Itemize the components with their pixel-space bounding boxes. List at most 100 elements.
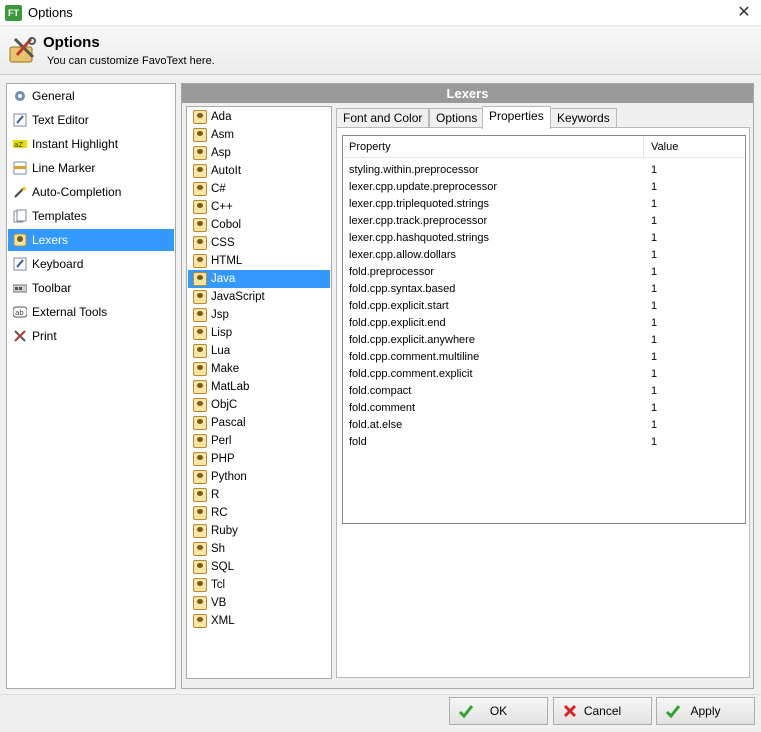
- lexer-item-r[interactable]: R: [188, 486, 330, 504]
- lexer-item-cpp[interactable]: C++: [188, 198, 330, 216]
- column-header-value[interactable]: Value: [645, 136, 745, 158]
- table-row[interactable]: fold.cpp.explicit.anywhere 1: [343, 332, 745, 349]
- table-row[interactable]: fold.cpp.syntax.based 1: [343, 281, 745, 298]
- lexer-item-rc[interactable]: RC: [188, 504, 330, 522]
- nav-item-general[interactable]: General: [8, 85, 174, 107]
- lexer-item-jsp[interactable]: Jsp: [188, 306, 330, 324]
- nav-item-label: Line Marker: [32, 161, 96, 175]
- nav-item-label: General: [32, 89, 75, 103]
- lexer-item-sql[interactable]: SQL: [188, 558, 330, 576]
- lexer-item-html[interactable]: HTML: [188, 252, 330, 270]
- toolbar-icon: [13, 284, 27, 293]
- table-row[interactable]: fold.at.else 1: [343, 417, 745, 434]
- lexer-item-asp[interactable]: Asp: [188, 144, 330, 162]
- lexer-icon: [193, 146, 207, 160]
- table-row[interactable]: fold.comment 1: [343, 400, 745, 417]
- lexer-item-matlab[interactable]: MatLab: [188, 378, 330, 396]
- lexers-panel: Lexers Ada Asm Asp AutoIt C# C++ Cobol C…: [181, 83, 754, 689]
- tab-keywords[interactable]: Keywords: [550, 108, 617, 128]
- table-row[interactable]: lexer.cpp.hashquoted.strings 1: [343, 230, 745, 247]
- nav-item-print[interactable]: Print: [8, 325, 174, 347]
- lexer-item-cobol[interactable]: Cobol: [188, 216, 330, 234]
- table-row[interactable]: lexer.cpp.track.preprocessor 1: [343, 213, 745, 230]
- nav-item-templates[interactable]: Templates: [8, 205, 174, 227]
- lexer-icon: [193, 308, 207, 322]
- nav-item-auto-completion[interactable]: Auto-Completion: [8, 181, 174, 203]
- lexer-item-lisp[interactable]: Lisp: [188, 324, 330, 342]
- lexer-item-asm[interactable]: Asm: [188, 126, 330, 144]
- table-row[interactable]: fold.cpp.comment.explicit 1: [343, 366, 745, 383]
- lexer-item-csharp[interactable]: C#: [188, 180, 330, 198]
- nav-item-text-editor[interactable]: Text Editor: [8, 109, 174, 131]
- lexer-item-sh[interactable]: Sh: [188, 540, 330, 558]
- lexer-item-perl[interactable]: Perl: [188, 432, 330, 450]
- lexer-item-objc[interactable]: ObjC: [188, 396, 330, 414]
- table-row[interactable]: fold.cpp.explicit.end 1: [343, 315, 745, 332]
- lexer-item-tcl[interactable]: Tcl: [188, 576, 330, 594]
- svg-text:ab: ab: [15, 309, 24, 317]
- column-header-property[interactable]: Property: [343, 136, 644, 158]
- tab-font-and-color[interactable]: Font and Color: [336, 108, 430, 128]
- table-row[interactable]: fold 1: [343, 434, 745, 451]
- wand-icon: [14, 186, 27, 198]
- nav-item-toolbar[interactable]: Toolbar: [8, 277, 174, 299]
- lexer-icon: [193, 200, 207, 214]
- table-row[interactable]: fold.preprocessor 1: [343, 264, 745, 281]
- lexer-icon: [193, 506, 207, 520]
- nav-item-label: External Tools: [32, 305, 108, 319]
- table-row[interactable]: fold.cpp.explicit.start 1: [343, 298, 745, 315]
- table-row[interactable]: lexer.cpp.triplequoted.strings 1: [343, 196, 745, 213]
- lexer-item-lua[interactable]: Lua: [188, 342, 330, 360]
- lexer-icon: [193, 128, 207, 142]
- nav-item-lexers[interactable]: Lexers: [8, 229, 174, 251]
- lexer-item-xml[interactable]: XML: [188, 612, 330, 630]
- lexer-item-javascript[interactable]: JavaScript: [188, 288, 330, 306]
- lexer-item-ada[interactable]: Ada: [188, 108, 330, 126]
- lexer-item-ruby[interactable]: Ruby: [188, 522, 330, 540]
- templates-icon: [13, 209, 27, 223]
- lexer-item-vb[interactable]: VB: [188, 594, 330, 612]
- nav-item-keyboard[interactable]: Keyboard: [8, 253, 174, 275]
- lexer-item-java[interactable]: Java: [188, 270, 330, 288]
- tab-properties[interactable]: Properties: [482, 106, 551, 129]
- apply-button[interactable]: Apply: [656, 697, 755, 725]
- lexer-icon: [193, 398, 207, 412]
- options-nav: General Text Editor aZ Instant Highlight…: [6, 83, 176, 689]
- lexer-icon: [193, 380, 207, 394]
- properties-grid[interactable]: Property Value styling.within.preprocess…: [342, 135, 746, 524]
- table-row[interactable]: fold.cpp.comment.multiline 1: [343, 349, 745, 366]
- tools-icon: [14, 330, 26, 342]
- external-tools-icon: ab: [13, 306, 27, 318]
- lexer-icon: [193, 434, 207, 448]
- table-row[interactable]: lexer.cpp.update.preprocessor 1: [343, 179, 745, 196]
- lexer-item-pascal[interactable]: Pascal: [188, 414, 330, 432]
- lexer-icon: [193, 254, 207, 268]
- nav-item-label: Print: [32, 329, 57, 343]
- ok-button[interactable]: OK: [449, 697, 548, 725]
- nav-item-label: Text Editor: [32, 113, 89, 127]
- nav-item-external-tools[interactable]: ab External Tools: [8, 301, 174, 323]
- table-row[interactable]: lexer.cpp.allow.dollars 1: [343, 247, 745, 264]
- lexer-icon: [193, 560, 207, 574]
- lexer-item-php[interactable]: PHP: [188, 450, 330, 468]
- lexer-icon: [193, 218, 207, 232]
- lexer-item-python[interactable]: Python: [188, 468, 330, 486]
- tools-icon: [9, 37, 36, 63]
- nav-item-instant-highlight[interactable]: aZ Instant Highlight: [8, 133, 174, 155]
- tab-options[interactable]: Options: [429, 108, 485, 128]
- lexer-icon: [193, 236, 207, 250]
- table-row[interactable]: fold.compact 1: [343, 383, 745, 400]
- pen-icon: [13, 113, 27, 127]
- nav-item-line-marker[interactable]: Line Marker: [8, 157, 174, 179]
- lexer-item-css[interactable]: CSS: [188, 234, 330, 252]
- lexer-item-autoit[interactable]: AutoIt: [188, 162, 330, 180]
- lexer-list[interactable]: Ada Asm Asp AutoIt C# C++ Cobol CSS HTML…: [186, 106, 332, 679]
- lexer-icon: [193, 362, 207, 376]
- cancel-button[interactable]: Cancel: [553, 697, 652, 725]
- lexer-icon: [193, 488, 207, 502]
- lexer-item-make[interactable]: Make: [188, 360, 330, 378]
- lexer-icon: [193, 614, 207, 628]
- close-button[interactable]: ✕: [727, 0, 761, 26]
- lexer-icon: [193, 542, 207, 556]
- table-row[interactable]: styling.within.preprocessor 1: [343, 162, 745, 179]
